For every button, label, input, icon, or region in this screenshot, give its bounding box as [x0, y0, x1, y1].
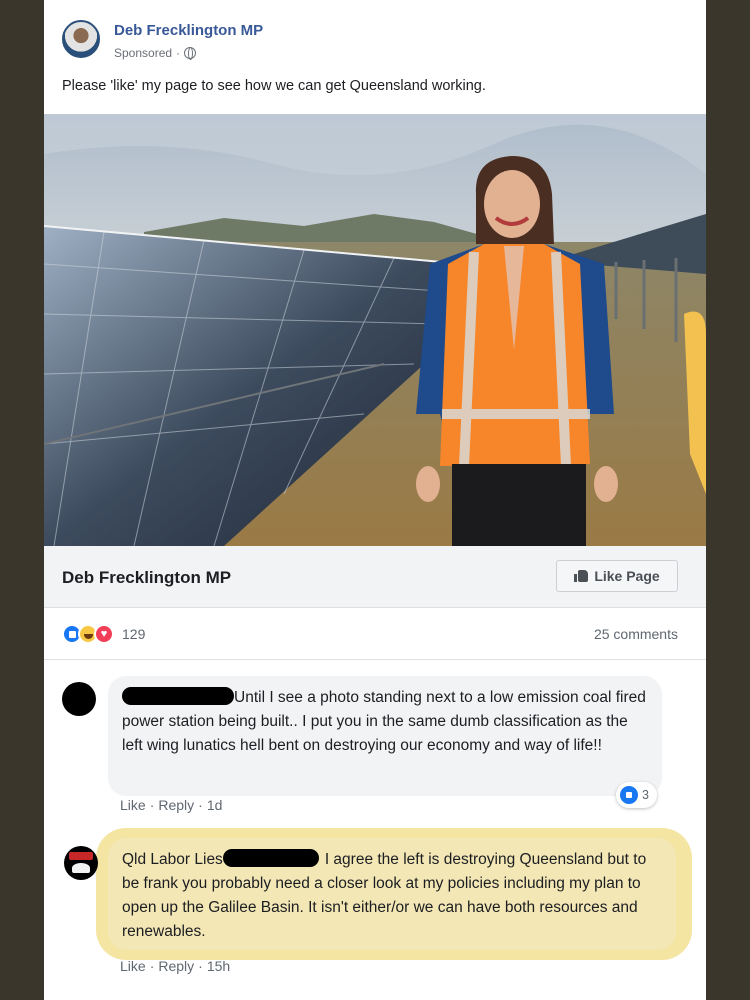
- reaction-count[interactable]: 129: [122, 626, 145, 642]
- comment-reaction-count: 3: [642, 788, 649, 802]
- page-name[interactable]: Deb Frecklington MP: [62, 568, 231, 588]
- facebook-post-card: Deb Frecklington MP Sponsored · Please '…: [44, 0, 706, 1000]
- post-photo[interactable]: [44, 114, 706, 546]
- comment-reply-link[interactable]: Reply: [158, 958, 194, 974]
- author-name[interactable]: Deb Frecklington MP: [114, 22, 263, 39]
- redacted-name: [222, 849, 319, 867]
- sponsored-label[interactable]: Sponsored: [114, 46, 172, 60]
- comment-bubble: Qld Labor Lies I agree the left is destro…: [108, 838, 676, 950]
- comment-bubble: Until I see a photo standing next to a l…: [108, 676, 662, 796]
- comment-reaction-badge[interactable]: 3: [616, 782, 657, 808]
- redacted-name: [122, 687, 234, 705]
- love-reaction-icon[interactable]: [94, 624, 114, 644]
- comment-actions: Like · Reply · 1d: [120, 797, 222, 813]
- comment-time[interactable]: 1d: [207, 797, 223, 813]
- commenter-avatar[interactable]: [62, 682, 96, 716]
- comment-actions: Like · Reply · 15h: [120, 958, 230, 974]
- avatar-logo-band: [69, 852, 93, 860]
- comments-count[interactable]: 25 comments: [594, 626, 678, 642]
- comment-time[interactable]: 15h: [207, 958, 230, 974]
- comment-reply-link[interactable]: Reply: [158, 797, 194, 813]
- post-text: Please 'like' my page to see how we can …: [62, 78, 486, 94]
- post-meta: Sponsored ·: [114, 46, 197, 60]
- comment-like-link[interactable]: Like: [120, 797, 146, 813]
- meta-separator: ·: [176, 46, 181, 60]
- avatar-logo-shape: [72, 863, 90, 873]
- like-page-button[interactable]: Like Page: [556, 560, 678, 592]
- like-page-label: Like Page: [594, 568, 660, 584]
- post-header: Deb Frecklington MP Sponsored · Please '…: [44, 0, 706, 110]
- action-separator: ·: [198, 958, 203, 974]
- action-separator: ·: [149, 958, 155, 974]
- comment-like-link[interactable]: Like: [120, 958, 146, 974]
- like-reaction-icon: [620, 786, 638, 804]
- thumbs-up-icon: [574, 570, 589, 582]
- page-avatar-qld-labor-lies[interactable]: [64, 846, 98, 880]
- globe-icon: [184, 47, 197, 60]
- page-link-bar: Deb Frecklington MP Like Page: [44, 546, 706, 608]
- action-separator: ·: [198, 797, 203, 813]
- author-avatar[interactable]: [62, 20, 100, 58]
- reactions-row: 129 25 comments: [44, 612, 706, 660]
- action-separator: ·: [149, 797, 155, 813]
- commenter-name[interactable]: Qld Labor Lies: [122, 851, 223, 868]
- photo-illustration: [44, 114, 706, 546]
